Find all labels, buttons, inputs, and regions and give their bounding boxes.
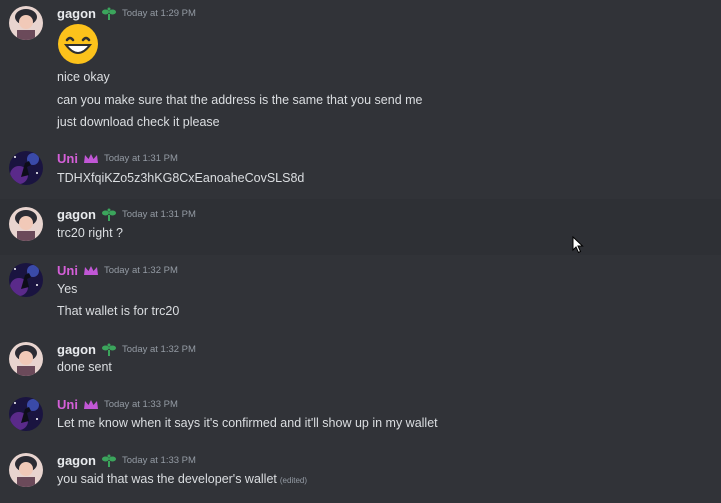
message-text: That wallet is for trc20	[57, 304, 180, 318]
timestamp[interactable]: Today at 1:29 PM	[122, 5, 196, 23]
message-group: gagon Today at 1:29 PM nice okay can you…	[0, 0, 721, 140]
sprout-icon	[101, 208, 117, 222]
crown-icon	[83, 152, 99, 166]
crown-icon	[83, 398, 99, 412]
avatar[interactable]	[9, 453, 43, 487]
timestamp[interactable]: Today at 1:32 PM	[122, 341, 196, 359]
chat-message-list: gagon Today at 1:29 PM nice okay can you…	[0, 0, 721, 503]
crown-icon	[83, 264, 99, 278]
avatar[interactable]	[9, 207, 43, 241]
timestamp[interactable]: Today at 1:33 PM	[122, 452, 196, 470]
username[interactable]: gagon	[57, 452, 96, 470]
message-text: nice okay	[57, 70, 110, 84]
timestamp[interactable]: Today at 1:32 PM	[104, 262, 178, 280]
message-group: gagon Today at 1:32 PM done sent	[0, 335, 721, 391]
message-text: can you make sure that the address is th…	[57, 93, 423, 107]
avatar[interactable]	[9, 263, 43, 297]
timestamp[interactable]: Today at 1:31 PM	[122, 206, 196, 224]
sprout-icon	[101, 343, 117, 357]
message-group: Uni Today at 1:32 PM Yes That wallet is …	[0, 257, 721, 327]
message-text: done sent	[57, 360, 112, 374]
message-text: TDHXfqiKZo5z3hKG8CxEanoaheCovSLS8d	[57, 171, 305, 185]
message-text: Yes	[57, 282, 78, 296]
message-text: Let me know when it says it's confirmed …	[57, 416, 438, 430]
timestamp[interactable]: Today at 1:33 PM	[104, 396, 178, 414]
sprout-icon	[101, 454, 117, 468]
username[interactable]: Uni	[57, 396, 78, 414]
message-text: you said that was the developer's wallet…	[57, 470, 307, 490]
username[interactable]: Uni	[57, 262, 78, 280]
username[interactable]: gagon	[57, 341, 96, 359]
message-group: gagon Today at 1:33 PM you said that was…	[0, 447, 721, 503]
timestamp[interactable]: Today at 1:31 PM	[104, 150, 178, 168]
message-group: Uni Today at 1:33 PM Let me know when it…	[0, 391, 721, 447]
mouse-cursor-icon	[572, 235, 584, 254]
message-text: just download check it please	[57, 115, 220, 129]
avatar[interactable]	[9, 151, 43, 185]
avatar[interactable]	[9, 342, 43, 376]
message-text: trc20 right ?	[57, 226, 124, 240]
message-group: Uni Today at 1:31 PM TDHXfqiKZo5z3hKG8Cx…	[0, 140, 721, 196]
edited-label[interactable]: (edited)	[280, 476, 307, 485]
sprout-icon	[101, 7, 117, 21]
avatar[interactable]	[9, 6, 43, 40]
message-body: you said that was the developer's wallet	[57, 472, 277, 486]
username[interactable]: Uni	[57, 150, 78, 168]
avatar[interactable]	[9, 397, 43, 431]
username[interactable]: gagon	[57, 206, 96, 224]
message-group: gagon Today at 1:31 PM trc20 right ?	[0, 199, 721, 255]
username[interactable]: gagon	[57, 5, 96, 23]
grinning-face-emoji	[57, 23, 99, 65]
